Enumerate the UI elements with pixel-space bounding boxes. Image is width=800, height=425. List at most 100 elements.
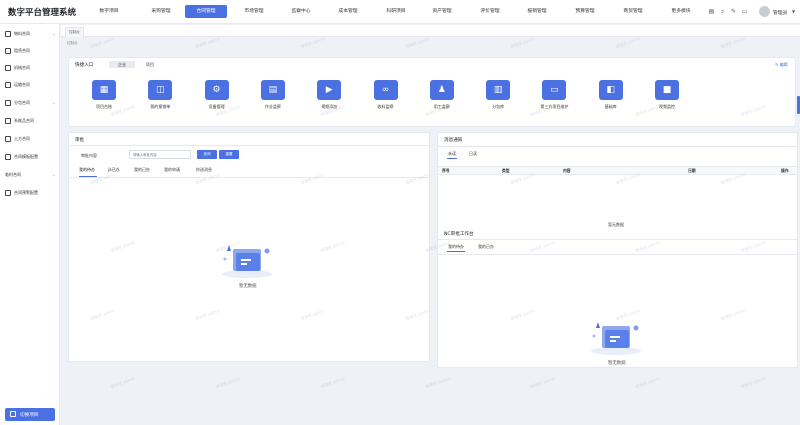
sidebar-item[interactable]: 机械合同 xyxy=(0,61,60,75)
screen-icon: ▤ xyxy=(260,80,285,100)
sidebar-item[interactable]: 物料合同 ⌄ xyxy=(0,27,60,41)
nav-item[interactable]: 合同管理 xyxy=(185,5,227,18)
sidebar-item[interactable]: 租赁合同 xyxy=(0,44,60,58)
nav-item[interactable]: 监察中心 xyxy=(280,5,322,18)
nav-item[interactable]: 报销管理 xyxy=(516,5,558,18)
sidebar-item[interactable]: 合同模板配置 xyxy=(0,150,60,164)
nav-item[interactable]: 预算管理 xyxy=(564,5,606,18)
sidebar-item[interactable]: 系耗品合同 xyxy=(0,114,60,128)
column-header: 序号 xyxy=(442,168,450,173)
quick-entry-item[interactable]: ▭ 第三方项目维护 xyxy=(529,80,579,112)
contract-icon xyxy=(5,100,11,106)
list-icon xyxy=(5,48,11,54)
tab-read[interactable]: 已读 xyxy=(469,151,477,157)
column-header: 类型 xyxy=(502,168,510,173)
alert-icon xyxy=(5,190,11,196)
avatar[interactable] xyxy=(759,6,770,17)
nav-item[interactable]: 评价管理 xyxy=(469,5,511,18)
sidebar-item[interactable]: 土方合同 xyxy=(0,132,60,146)
play-icon: ▶ xyxy=(317,80,342,100)
quick-entry-label: 分包库 xyxy=(492,104,505,109)
watermark: 管理员 admin xyxy=(89,35,116,50)
nav-item[interactable]: 数字项目 xyxy=(88,5,130,18)
monitor-icon[interactable]: ▭ xyxy=(740,7,749,16)
list-icon xyxy=(5,65,11,71)
quick-entry-item[interactable]: ▤ 作业监察 xyxy=(248,80,298,112)
quick-entry-label: 项目台账 xyxy=(96,104,112,109)
query-button[interactable]: 查询 xyxy=(197,150,217,159)
nav-item[interactable]: 成本管理 xyxy=(327,5,369,18)
quick-entry-label: 第三方项目维护 xyxy=(540,104,569,109)
switch-project-button[interactable]: 切换项目 xyxy=(5,408,55,421)
tab-underline xyxy=(447,158,457,159)
message-table-header: 序号 类型 内容 日期 操作 xyxy=(438,166,797,175)
edit-button[interactable]: ✎ 编辑 xyxy=(775,62,788,68)
sidebar-item[interactable]: 临时合同 ⌄ xyxy=(0,168,60,182)
approval-tab[interactable]: 我的申请 xyxy=(164,167,180,173)
search-icon[interactable]: ⌕ xyxy=(718,7,727,16)
nav-item[interactable]: 科研项目 xyxy=(375,5,417,18)
sidebar-item-label: 临时合同 xyxy=(5,172,21,177)
quick-entry-item[interactable]: ⚙ 设备管理 xyxy=(192,80,242,112)
quick-entry-label: 我的报销单 xyxy=(150,104,171,109)
watermark: 管理员 admin xyxy=(214,375,241,390)
divider xyxy=(438,254,797,255)
chevron-down-icon[interactable]: ▼ xyxy=(792,9,795,14)
empty-box-icon xyxy=(222,245,272,278)
switch-icon xyxy=(10,411,16,417)
tab-unread[interactable]: 未读 xyxy=(448,151,456,157)
quick-entry-item[interactable]: ♟ 用工监察 xyxy=(417,80,467,112)
camera-icon: ■ xyxy=(655,80,679,100)
quick-entry-item[interactable]: ◫ 我的报销单 xyxy=(135,80,185,112)
quick-entry-label: 用工监察 xyxy=(433,104,450,109)
reset-button[interactable]: 重置 xyxy=(219,150,239,159)
nav-item[interactable]: 商贸管理 xyxy=(612,5,654,18)
approval-tab[interactable]: 我的待办 xyxy=(79,167,95,173)
sidebar-item-label: 合同模板配置 xyxy=(14,154,38,159)
tab-home[interactable]: 控制台 xyxy=(65,27,84,37)
approval-tab[interactable]: 抄送消息 xyxy=(196,167,212,173)
approval-search-input[interactable] xyxy=(129,150,191,159)
link-icon: ∞ xyxy=(373,80,398,100)
tab-bar: 控制台 xyxy=(61,25,800,37)
quick-entry-label: 收料监察 xyxy=(377,104,394,109)
app-title: 数字平台管理系统 xyxy=(8,8,77,18)
sidebar-item-label: 系耗品合同 xyxy=(14,118,34,123)
approval-tab[interactable]: 我的已办 xyxy=(134,167,150,173)
clipboard-icon[interactable]: ▤ xyxy=(707,7,716,16)
message-panel: 消息通知 未读 已读 序号 类型 内容 日期 操作 暂无数据 NC审批工作台 我… xyxy=(437,132,798,368)
edit-icon[interactable]: ✎ xyxy=(729,7,738,16)
divider xyxy=(438,146,797,147)
tab-enterprise[interactable]: 企业 xyxy=(109,61,135,68)
sidebar-item[interactable]: 分包合同 ⌄ xyxy=(0,96,60,110)
quick-entry-item[interactable]: ◧ 基础库 xyxy=(586,80,636,112)
quick-entry-label: 作业监察 xyxy=(264,104,281,109)
watermark: 管理员 admin xyxy=(739,375,766,390)
tab-nc-todo[interactable]: 我的待办 xyxy=(448,244,464,250)
nav-item[interactable]: 更多模块 xyxy=(660,5,702,18)
sidebar-item[interactable]: 合同预警配置 xyxy=(0,186,60,200)
user-name[interactable]: 管理员 xyxy=(773,9,787,16)
sidebar-item[interactable]: 运输合同 xyxy=(0,78,60,92)
document-icon xyxy=(5,31,11,37)
nav-item[interactable]: 采购管理 xyxy=(140,5,182,18)
tab-project[interactable]: 项目 xyxy=(137,61,163,68)
chevron-down-icon: ⌄ xyxy=(52,172,56,177)
nav-item[interactable]: 市场管理 xyxy=(233,5,275,18)
watermark: 管理员 admin xyxy=(109,375,136,390)
quick-entry-item[interactable]: ▦ 项目台账 xyxy=(79,80,129,112)
approval-tab[interactable]: já已办 xyxy=(108,167,120,173)
column-header: 操作 xyxy=(781,168,789,173)
quick-entry-item[interactable]: ■ 视频监控 xyxy=(642,80,692,112)
quick-entry-label: 视频添加 xyxy=(321,104,338,109)
template-icon xyxy=(5,154,11,160)
document-icon xyxy=(5,136,11,142)
nav-item[interactable]: 资产管理 xyxy=(421,5,463,18)
quick-entry-item[interactable]: ▥ 分包库 xyxy=(473,80,523,112)
quick-entry-item[interactable]: ▶ 视频添加 xyxy=(304,80,354,112)
tab-nc-done[interactable]: 我的已办 xyxy=(478,244,494,250)
quick-entry-item[interactable]: ∞ 收料监察 xyxy=(361,80,411,112)
watermark: 管理员 admin xyxy=(719,35,746,50)
watermark: 管理员 admin xyxy=(299,35,326,50)
sidebar-item-label: 合同预警配置 xyxy=(14,190,38,195)
